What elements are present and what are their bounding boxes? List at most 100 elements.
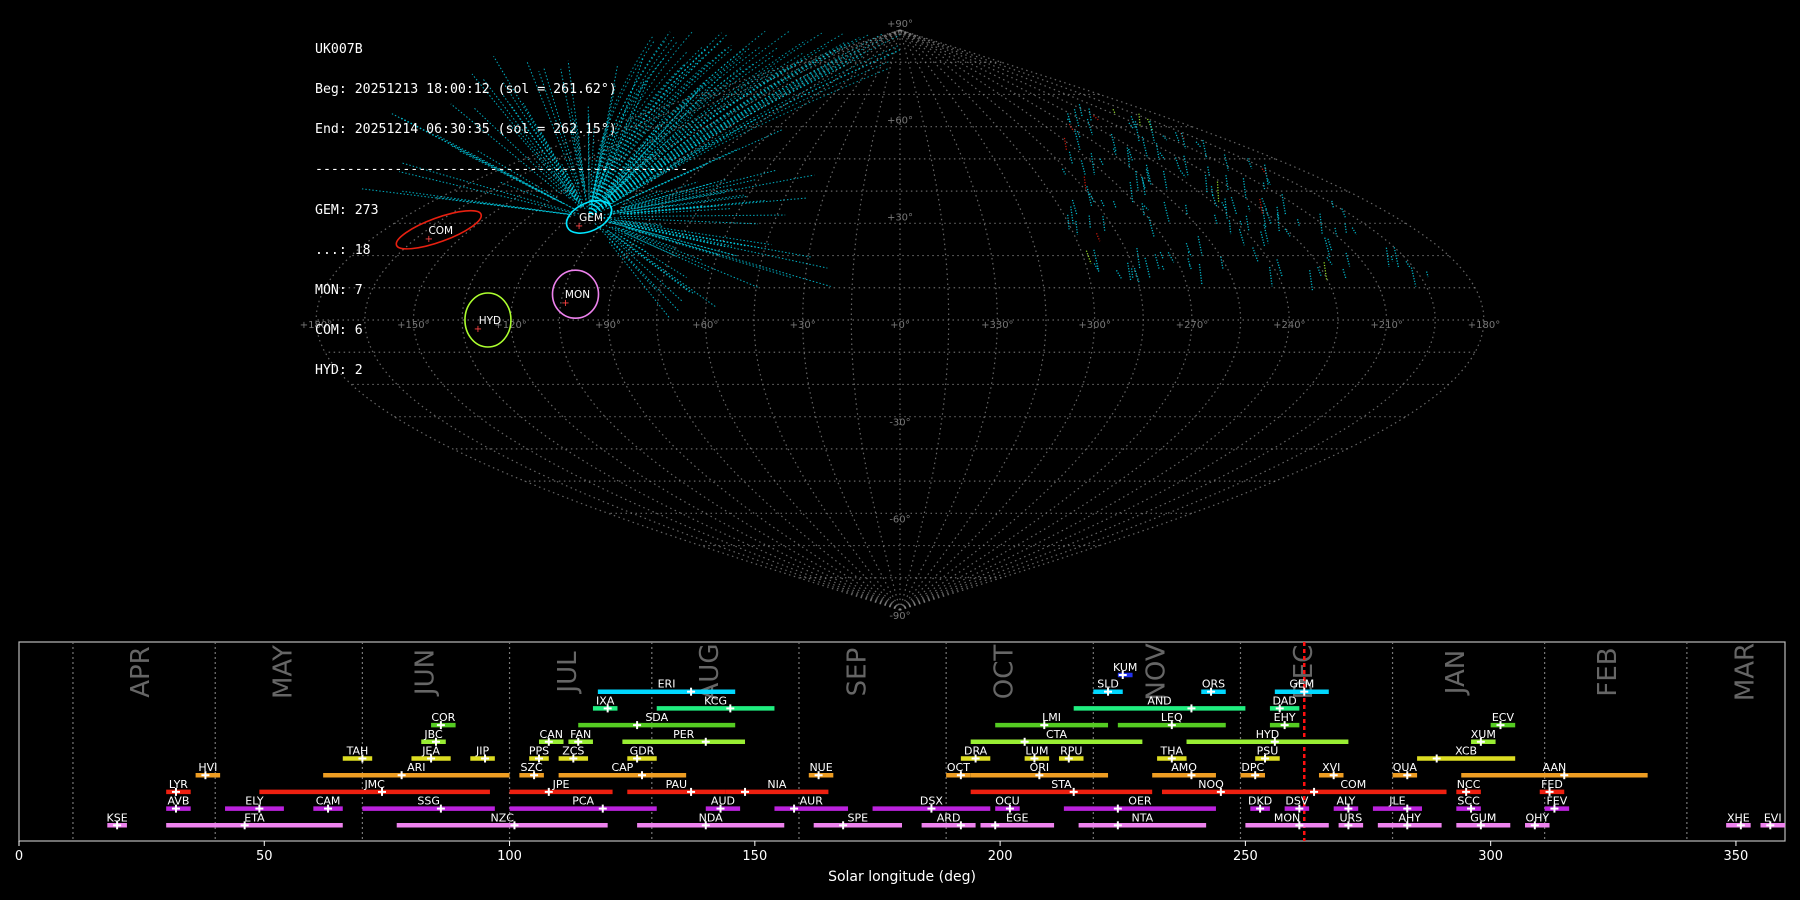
shower-label: ERI [658,678,676,691]
month-label: SEP [842,648,872,697]
shower-ixa: IXA [592,694,618,713]
meteor-trail [1148,216,1155,238]
shower-ncc: NCC [1456,778,1481,796]
shower-label: CAM [316,795,341,808]
shower-aud: AUD [705,795,741,813]
x-tick-label: 150 [742,849,767,864]
shower-label: JBC [423,728,443,741]
meteor-trail [1179,170,1186,178]
meteor-trail [1183,155,1189,176]
shower-label: PER [673,728,695,741]
shower-label: EVI [1764,811,1782,824]
shower-avb: AVB [166,795,191,813]
shower-label: DSV [1285,795,1308,808]
shower-label: TAH [346,745,369,758]
meteor-trail [1252,247,1259,263]
meteor-trail [1127,262,1132,282]
meteor-trail [1085,250,1092,264]
shower-label: JMC [363,778,385,791]
meteor-trail [1075,221,1079,235]
shower-label: FEV [1546,795,1567,808]
x-tick-label: 0 [15,849,23,864]
shower-label: ORS [1202,678,1225,691]
x-tick-label: 50 [256,849,273,864]
shower-label: SSG [417,795,440,808]
meteor-trail [1410,267,1417,287]
meteor-trail [1128,122,1135,130]
shower-label: AUR [800,795,824,808]
meteor-trail [1393,247,1400,269]
shower-label: ELY [245,795,264,808]
meteor-trail [1259,198,1264,215]
meteor-trail [1093,115,1099,121]
shower-dpc: DPC [1240,761,1266,780]
shower-label: ZCS [562,745,584,758]
longitude-label: +240° [1273,320,1305,331]
meteor-trail [1223,154,1230,171]
shower-label: GEM [1289,678,1314,691]
shower-ecv: ECV [1490,711,1516,730]
count-gem: GEM: 273 [315,202,379,218]
shower-label: THA [1160,745,1184,758]
meteor-trail [1242,178,1247,199]
shower-label: FAN [570,728,591,741]
shower-xvi: XVI [1318,761,1344,780]
shower-fan: FAN [568,728,593,746]
shower-nue: NUE [808,761,834,780]
shower-label: QUA [1393,761,1418,774]
longitude-label: +30° [790,320,816,331]
shower-label: KCG [704,694,727,707]
count-hyd: HYD: 2 [315,363,363,379]
meteor-trail [1260,231,1266,247]
x-tick-label: 300 [1478,849,1503,864]
shower-label: LMI [1042,711,1061,724]
shower-lyr: LYR [166,778,191,796]
shower-scc: SCC [1456,795,1481,813]
shower-label: ARI [407,761,425,774]
shower-label: AVB [167,795,189,808]
shower-qua: QUA [1392,761,1418,780]
shower-label: XVI [1322,761,1340,774]
shower-label: JPE [552,778,570,791]
meteor-trail [1078,104,1083,118]
shower-label: EHY [1274,711,1296,724]
meteor-trail [1324,237,1331,258]
month-label: NOV [1142,643,1172,700]
shower-ohy: OHY [1525,811,1550,830]
shower-label: AUD [711,795,735,808]
shower-label: GDR [630,745,655,758]
meteor-trail [1220,256,1224,269]
shower-label: RPU [1060,745,1082,758]
meteor-trail [1163,201,1170,223]
meteor-trail [1070,206,1074,224]
shower-label: URS [1340,811,1363,824]
shower-label: DPC [1241,761,1264,774]
meteor-trail [1211,194,1218,208]
shower-tha: THA [1157,745,1187,763]
meteor-trail [1247,205,1251,212]
meteor-trail [1068,151,1074,164]
meteor-trail [1276,213,1280,232]
latitude-label: +30° [887,212,913,223]
shower-label: PPS [529,745,549,758]
count-sporadic: ...: 18 [315,242,371,258]
shower-label: ECV [1492,711,1515,724]
meteor-trail [1425,271,1429,278]
meteor-trail [1099,158,1104,166]
shower-label: HYD [1256,728,1279,741]
shower-label: ARD [937,811,961,824]
meteor-trail [1189,265,1193,271]
longitude-label: +0° [890,320,910,331]
shower-label: NTA [1132,811,1154,824]
shower-hvi: HVI [195,761,221,780]
shower-label: PSU [1257,745,1279,758]
meteor-trail [1268,266,1273,287]
shower-label: NUE [809,761,832,774]
meteor-trail [1327,238,1333,252]
shower-label: EGE [1006,811,1028,824]
shower-label: SDA [645,711,668,724]
meteor-trail [1245,215,1250,231]
shower-sld: SLD [1093,678,1123,696]
shower-label: FED [1541,778,1563,791]
meteor-trail [1390,256,1394,262]
